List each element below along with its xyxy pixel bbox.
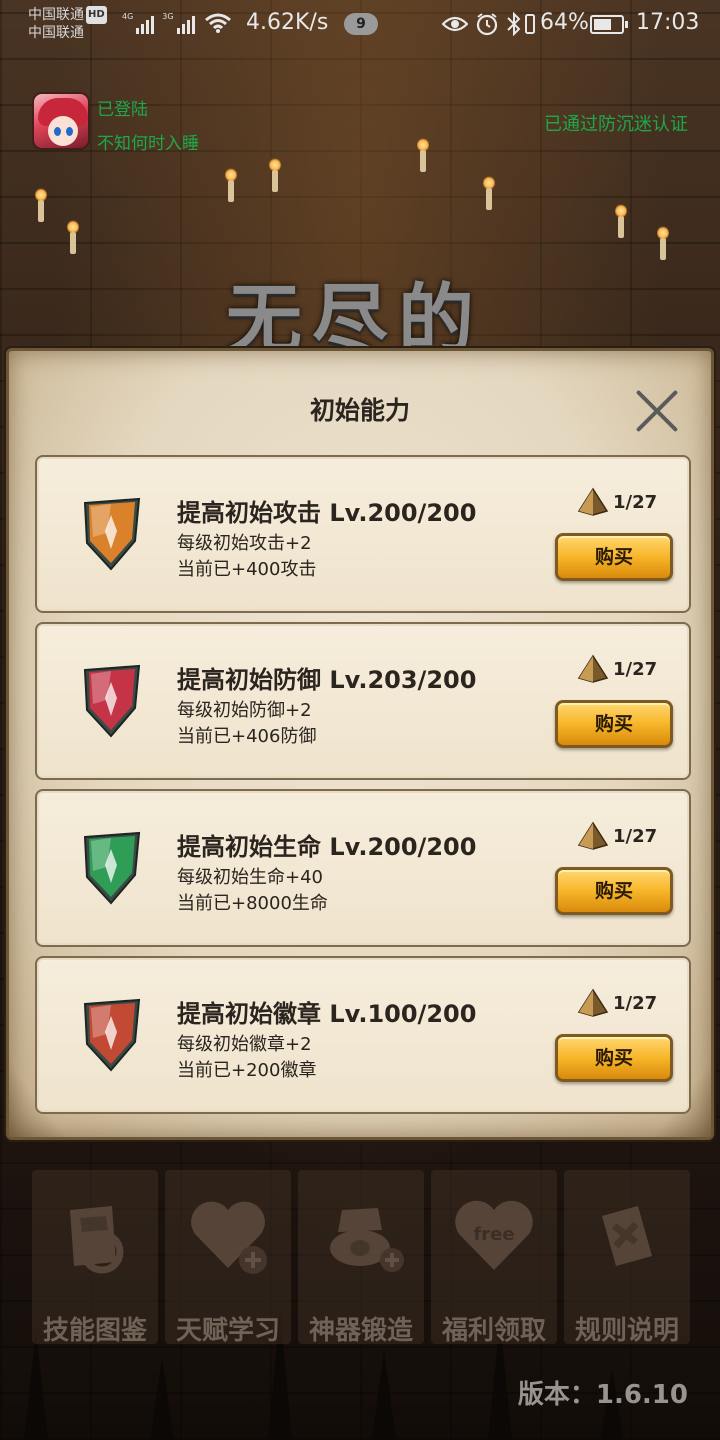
ability-current: 当前已+200徽章 [177, 1060, 317, 1081]
ability-card: 提高初始生命 Lv.200/200 每级初始生命+40 当前已+8000生命 1… [35, 789, 691, 947]
battery-icon [590, 15, 628, 34]
menu-label: 天赋学习 [175, 1316, 280, 1346]
ability-per-level: 每级初始生命+40 [177, 867, 323, 888]
candle [35, 188, 47, 222]
cost-text: 1/27 [613, 491, 658, 513]
ability-card: 提高初始防御 Lv.203/200 每级初始防御+2 当前已+406防御 1/2… [35, 622, 691, 780]
network-type-2: 3G [162, 12, 174, 21]
candle [225, 168, 237, 202]
menu-label: 神器锻造 [308, 1316, 413, 1346]
spike [150, 1360, 174, 1440]
menu-button-5[interactable]: 规则说明 [564, 1170, 690, 1346]
ability-title: 提高初始徽章 Lv.100/200 [177, 1000, 477, 1028]
candle [269, 158, 281, 192]
avatar[interactable] [32, 92, 90, 150]
pyramid-icon [577, 821, 609, 850]
ability-current: 当前已+406防御 [177, 726, 317, 747]
notification-badge: 9 [344, 13, 378, 35]
initial-ability-dialog: 初始能力 提高初始攻击 Lv.200/200 每级初始攻击+2 当前已+400攻… [6, 348, 714, 1140]
signal-bars-icon [136, 16, 155, 34]
free-text: free [473, 1224, 514, 1245]
signal-indicators: 4G 3G [122, 12, 233, 34]
username: 不知何时入睡 [97, 134, 199, 154]
candle [417, 138, 429, 172]
menu-button-4[interactable]: free 福利领取 [431, 1170, 557, 1346]
alarm-icon [476, 13, 498, 36]
menu-label: 规则说明 [574, 1316, 679, 1346]
version-label: 版本：1.6.10 [517, 1380, 688, 1410]
carrier-info: 中国联通 HD 中国联通 [28, 6, 107, 42]
clock: 17:03 [636, 10, 700, 35]
dialog-title: 初始能力 [309, 396, 410, 425]
bluetooth-icon [507, 12, 521, 36]
cost-text: 1/27 [613, 825, 658, 847]
status-bar: 中国联通 HD 中国联通 4G 3G 4.62K/s 9 64% 17:03 [0, 0, 720, 50]
ability-gem-icon [83, 664, 141, 738]
ability-card: 提高初始徽章 Lv.100/200 每级初始徽章+2 当前已+200徽章 1/2… [35, 956, 691, 1114]
buy-button[interactable]: 购买 [555, 867, 673, 915]
menu-button-1[interactable]: 技能图鉴 [32, 1170, 158, 1346]
ability-gem-icon [83, 998, 141, 1072]
spike [372, 1350, 396, 1440]
ability-title: 提高初始生命 Lv.200/200 [177, 833, 477, 861]
close-button[interactable] [633, 387, 681, 435]
pyramid-icon [577, 654, 609, 683]
rules-cards-icon [602, 1206, 652, 1266]
pyramid-icon [577, 487, 609, 516]
skill-book-icon [70, 1206, 124, 1274]
menu-button-3[interactable]: 神器锻造 [298, 1170, 424, 1346]
ability-per-level: 每级初始攻击+2 [177, 533, 312, 554]
ability-gem-icon [83, 831, 141, 905]
hd-badge: HD [86, 6, 107, 24]
carrier-2: 中国联通 [28, 25, 84, 41]
wifi-icon [204, 13, 231, 33]
ability-per-level: 每级初始徽章+2 [177, 1034, 312, 1055]
candle [483, 176, 495, 210]
network-type-1: 4G [122, 12, 134, 21]
ability-card: 提高初始攻击 Lv.200/200 每级初始攻击+2 当前已+400攻击 1/2… [35, 455, 691, 613]
cost-text: 1/27 [613, 658, 658, 680]
signal-bars-icon [176, 16, 195, 34]
candle [615, 204, 627, 238]
artifact-forge-icon [330, 1208, 404, 1272]
vibrate-icon [525, 14, 535, 34]
buy-button[interactable]: 购买 [555, 1034, 673, 1082]
ability-title: 提高初始防御 Lv.203/200 [177, 666, 477, 694]
cost-display: 1/27 [577, 988, 657, 1018]
anti-addiction-status: 已通过防沉迷认证 [544, 114, 688, 135]
battery-level-fill [594, 19, 611, 30]
ability-current: 当前已+400攻击 [177, 559, 317, 580]
candle [657, 226, 669, 260]
cost-text: 1/27 [613, 992, 658, 1014]
cost-display: 1/27 [577, 654, 657, 684]
menu-label: 福利领取 [441, 1316, 546, 1346]
cost-display: 1/27 [577, 821, 657, 851]
menu-button-2[interactable]: 天赋学习 [165, 1170, 291, 1346]
cost-display: 1/27 [577, 487, 657, 517]
carrier-1: 中国联通 [28, 7, 84, 23]
buy-button[interactable]: 购买 [555, 700, 673, 748]
buy-button[interactable]: 购买 [555, 533, 673, 581]
menu-label: 技能图鉴 [42, 1316, 147, 1346]
ability-gem-icon [83, 497, 141, 571]
pyramid-icon [577, 988, 609, 1017]
ability-current: 当前已+8000生命 [177, 893, 328, 914]
ability-per-level: 每级初始防御+2 [177, 700, 312, 721]
network-speed: 4.62K/s [246, 10, 329, 35]
ability-title: 提高初始攻击 Lv.200/200 [177, 499, 477, 527]
free-heart-icon: free [455, 1200, 533, 1270]
battery-percentage: 64% [540, 10, 589, 35]
candle [67, 220, 79, 254]
heart-plus-icon [191, 1201, 267, 1274]
eye-icon [442, 16, 468, 32]
login-status: 已登陆 [97, 100, 148, 120]
